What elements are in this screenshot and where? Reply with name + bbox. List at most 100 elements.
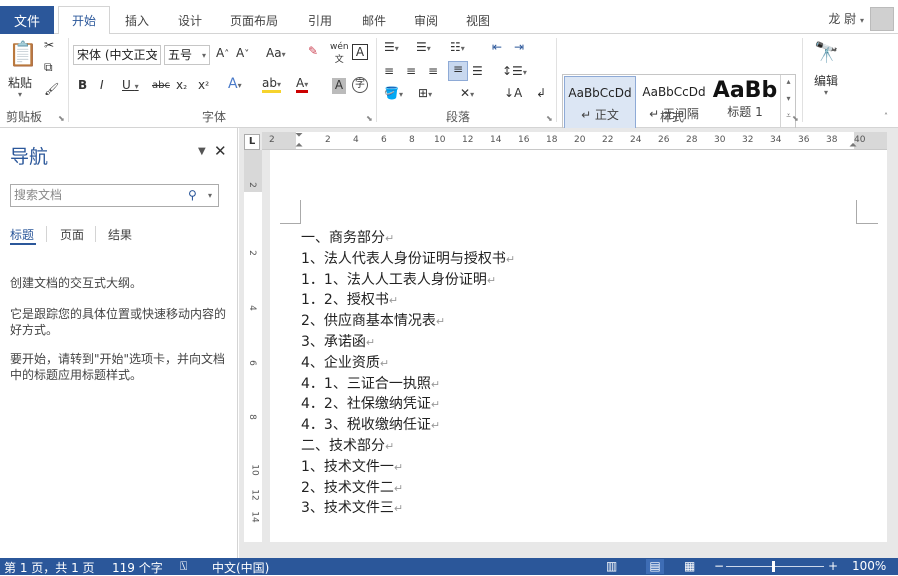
search-icon[interactable]: ⚲ bbox=[188, 188, 197, 202]
italic-icon[interactable]: I bbox=[100, 78, 104, 92]
align-left-icon[interactable]: ≡ bbox=[384, 64, 394, 78]
shading-icon[interactable]: 🪣▾ bbox=[384, 86, 403, 100]
grow-font-icon[interactable]: A˄ bbox=[216, 46, 229, 60]
numbering-icon[interactable]: ☰▾ bbox=[416, 40, 431, 54]
change-case-icon[interactable]: Aa▾ bbox=[266, 46, 286, 60]
sort-icon[interactable]: ↓A bbox=[504, 86, 522, 100]
tab-mailings[interactable]: 邮件 bbox=[352, 6, 396, 34]
borders-icon[interactable]: ⊞▾ bbox=[418, 86, 432, 100]
show-marks-icon[interactable]: ↲ bbox=[536, 86, 546, 100]
vertical-ruler[interactable]: 2 2 4 6 8 10 12 14 bbox=[244, 150, 262, 542]
web-layout-icon[interactable]: ▦ bbox=[684, 559, 695, 573]
shrink-font-icon[interactable]: A˅ bbox=[236, 46, 249, 60]
paragraph-launcher-icon[interactable]: ⬊ bbox=[546, 114, 553, 123]
doc-line[interactable]: 1、技术文件一↵ bbox=[301, 456, 403, 476]
doc-line[interactable]: 4．1、三证合一执照↵ bbox=[301, 373, 440, 393]
style-normal[interactable]: AaBbCcDd ↵ 正文 bbox=[564, 76, 636, 131]
tab-references[interactable]: 引用 bbox=[298, 6, 342, 34]
subscript-icon[interactable]: x₂ bbox=[176, 78, 187, 92]
user-name[interactable]: 龙 尉 ▾ bbox=[828, 10, 864, 27]
clear-formatting-icon[interactable]: ✎ bbox=[308, 44, 318, 58]
enclose-characters-icon[interactable]: 字 bbox=[352, 77, 368, 93]
print-layout-icon[interactable]: ▤ bbox=[646, 559, 664, 574]
text-effects-icon[interactable]: A▾ bbox=[228, 76, 242, 92]
proofing-icon[interactable]: ⍂ bbox=[180, 559, 187, 574]
clipboard-launcher-icon[interactable]: ⬊ bbox=[58, 114, 65, 123]
style-heading-1[interactable]: AaBb 标题 1 bbox=[712, 76, 778, 131]
styles-launcher-icon[interactable]: ⬊ bbox=[792, 114, 799, 123]
tab-review[interactable]: 审阅 bbox=[404, 6, 448, 34]
tab-design[interactable]: 设计 bbox=[168, 6, 212, 34]
binoculars-icon[interactable]: 🔭 bbox=[814, 40, 839, 64]
tab-view[interactable]: 视图 bbox=[456, 6, 500, 34]
ruler-tick-label: 2 bbox=[246, 182, 257, 188]
paste-icon[interactable]: 📋 bbox=[8, 40, 38, 70]
doc-line[interactable]: 1、法人代表人身份证明与授权书↵ bbox=[301, 248, 515, 268]
line-spacing-icon[interactable]: ↕☰▾ bbox=[502, 64, 527, 78]
zoom-out-icon[interactable]: − bbox=[714, 559, 724, 573]
increase-indent-icon[interactable]: ⇥ bbox=[514, 40, 524, 54]
highlight-icon[interactable]: ab▾ bbox=[262, 76, 281, 93]
read-mode-icon[interactable]: ▥ bbox=[606, 559, 617, 573]
editing-dropdown-icon[interactable]: ▾ bbox=[824, 88, 828, 97]
search-dropdown-icon[interactable]: ▾ bbox=[208, 191, 212, 200]
chevron-down-icon[interactable]: ▾ bbox=[153, 51, 157, 60]
doc-line[interactable]: 4．2、社保缴纳凭证↵ bbox=[301, 393, 440, 413]
tab-home[interactable]: 开始 bbox=[58, 6, 110, 35]
chevron-down-icon[interactable]: ▾ bbox=[202, 51, 206, 60]
nav-tab-headings[interactable]: 标题 bbox=[10, 226, 34, 243]
editing-button[interactable]: 编辑 bbox=[814, 72, 838, 89]
font-name-combo[interactable]: 宋体 (中文正文 bbox=[73, 45, 161, 65]
character-border-icon[interactable]: A bbox=[352, 44, 368, 60]
avatar[interactable] bbox=[870, 7, 894, 31]
align-center-icon[interactable]: ≡ bbox=[406, 64, 416, 78]
chinese-layout-icon[interactable]: ✕▾ bbox=[460, 86, 474, 100]
zoom-slider[interactable] bbox=[726, 566, 824, 567]
copy-icon[interactable]: ⧉ bbox=[44, 60, 53, 75]
nav-options-icon[interactable]: ▼ bbox=[198, 146, 206, 157]
close-icon[interactable]: ✕ bbox=[214, 142, 227, 160]
zoom-level[interactable]: 100% bbox=[852, 559, 886, 573]
multilevel-list-icon[interactable]: ☷▾ bbox=[450, 40, 465, 54]
justify-icon[interactable]: ≡ bbox=[448, 61, 468, 81]
nav-tab-pages[interactable]: 页面 bbox=[60, 226, 84, 243]
phonetic-guide-icon[interactable]: wén 文 bbox=[330, 42, 349, 65]
align-right-icon[interactable]: ≡ bbox=[428, 64, 438, 78]
doc-line[interactable]: 1．1、法人人工表人身份证明↵ bbox=[301, 269, 496, 289]
paste-dropdown-icon[interactable]: ▾ bbox=[18, 90, 22, 99]
superscript-icon[interactable]: x² bbox=[198, 78, 209, 92]
font-launcher-icon[interactable]: ⬊ bbox=[366, 114, 373, 123]
collapse-ribbon-icon[interactable]: ˄ bbox=[884, 112, 888, 121]
horizontal-ruler[interactable]: 2 2 4 6 8 10 12 14 16 18 20 22 24 26 28 … bbox=[262, 130, 887, 151]
tab-insert[interactable]: 插入 bbox=[114, 6, 160, 34]
doc-line[interactable]: 二、技术部分↵ bbox=[301, 435, 394, 455]
strikethrough-icon[interactable]: abc bbox=[152, 80, 170, 91]
paste-button[interactable]: 粘贴 bbox=[8, 74, 32, 91]
distributed-icon[interactable]: ☰ bbox=[472, 64, 483, 78]
language-indicator[interactable]: 中文(中国) bbox=[212, 559, 269, 576]
tab-file[interactable]: 文件 bbox=[0, 6, 54, 34]
doc-line[interactable]: 3、承诺函↵ bbox=[301, 331, 375, 351]
format-painter-icon[interactable]: 🖌 bbox=[44, 82, 59, 96]
doc-line[interactable]: 一、商务部分↵ bbox=[301, 227, 394, 247]
doc-line[interactable]: 1．2、授权书↵ bbox=[301, 289, 398, 309]
decrease-indent-icon[interactable]: ⇤ bbox=[492, 40, 502, 54]
doc-line[interactable]: 3、技术文件三↵ bbox=[301, 497, 403, 517]
tab-selector[interactable]: L bbox=[244, 134, 260, 150]
word-count[interactable]: 119 个字 bbox=[112, 559, 163, 576]
zoom-slider-thumb[interactable] bbox=[772, 561, 775, 572]
character-shading-icon[interactable]: A bbox=[332, 78, 346, 94]
nav-tab-results[interactable]: 结果 bbox=[108, 226, 132, 243]
underline-icon[interactable]: U ▾ bbox=[122, 78, 139, 92]
bold-icon[interactable]: B bbox=[78, 78, 87, 92]
bullets-icon[interactable]: ☰▾ bbox=[384, 40, 399, 54]
font-color-icon[interactable]: A▾ bbox=[296, 76, 309, 93]
doc-line[interactable]: 2、供应商基本情况表↵ bbox=[301, 310, 445, 330]
cut-icon[interactable]: ✂ bbox=[44, 38, 54, 52]
doc-line[interactable]: 4、企业资质↵ bbox=[301, 352, 389, 372]
tab-layout[interactable]: 页面布局 bbox=[222, 6, 286, 34]
zoom-in-icon[interactable]: + bbox=[828, 559, 838, 573]
page-count[interactable]: 第 1 页，共 1 页 bbox=[4, 559, 95, 576]
doc-line[interactable]: 4．3、税收缴纳任证↵ bbox=[301, 414, 440, 434]
doc-line[interactable]: 2、技术文件二↵ bbox=[301, 477, 403, 497]
